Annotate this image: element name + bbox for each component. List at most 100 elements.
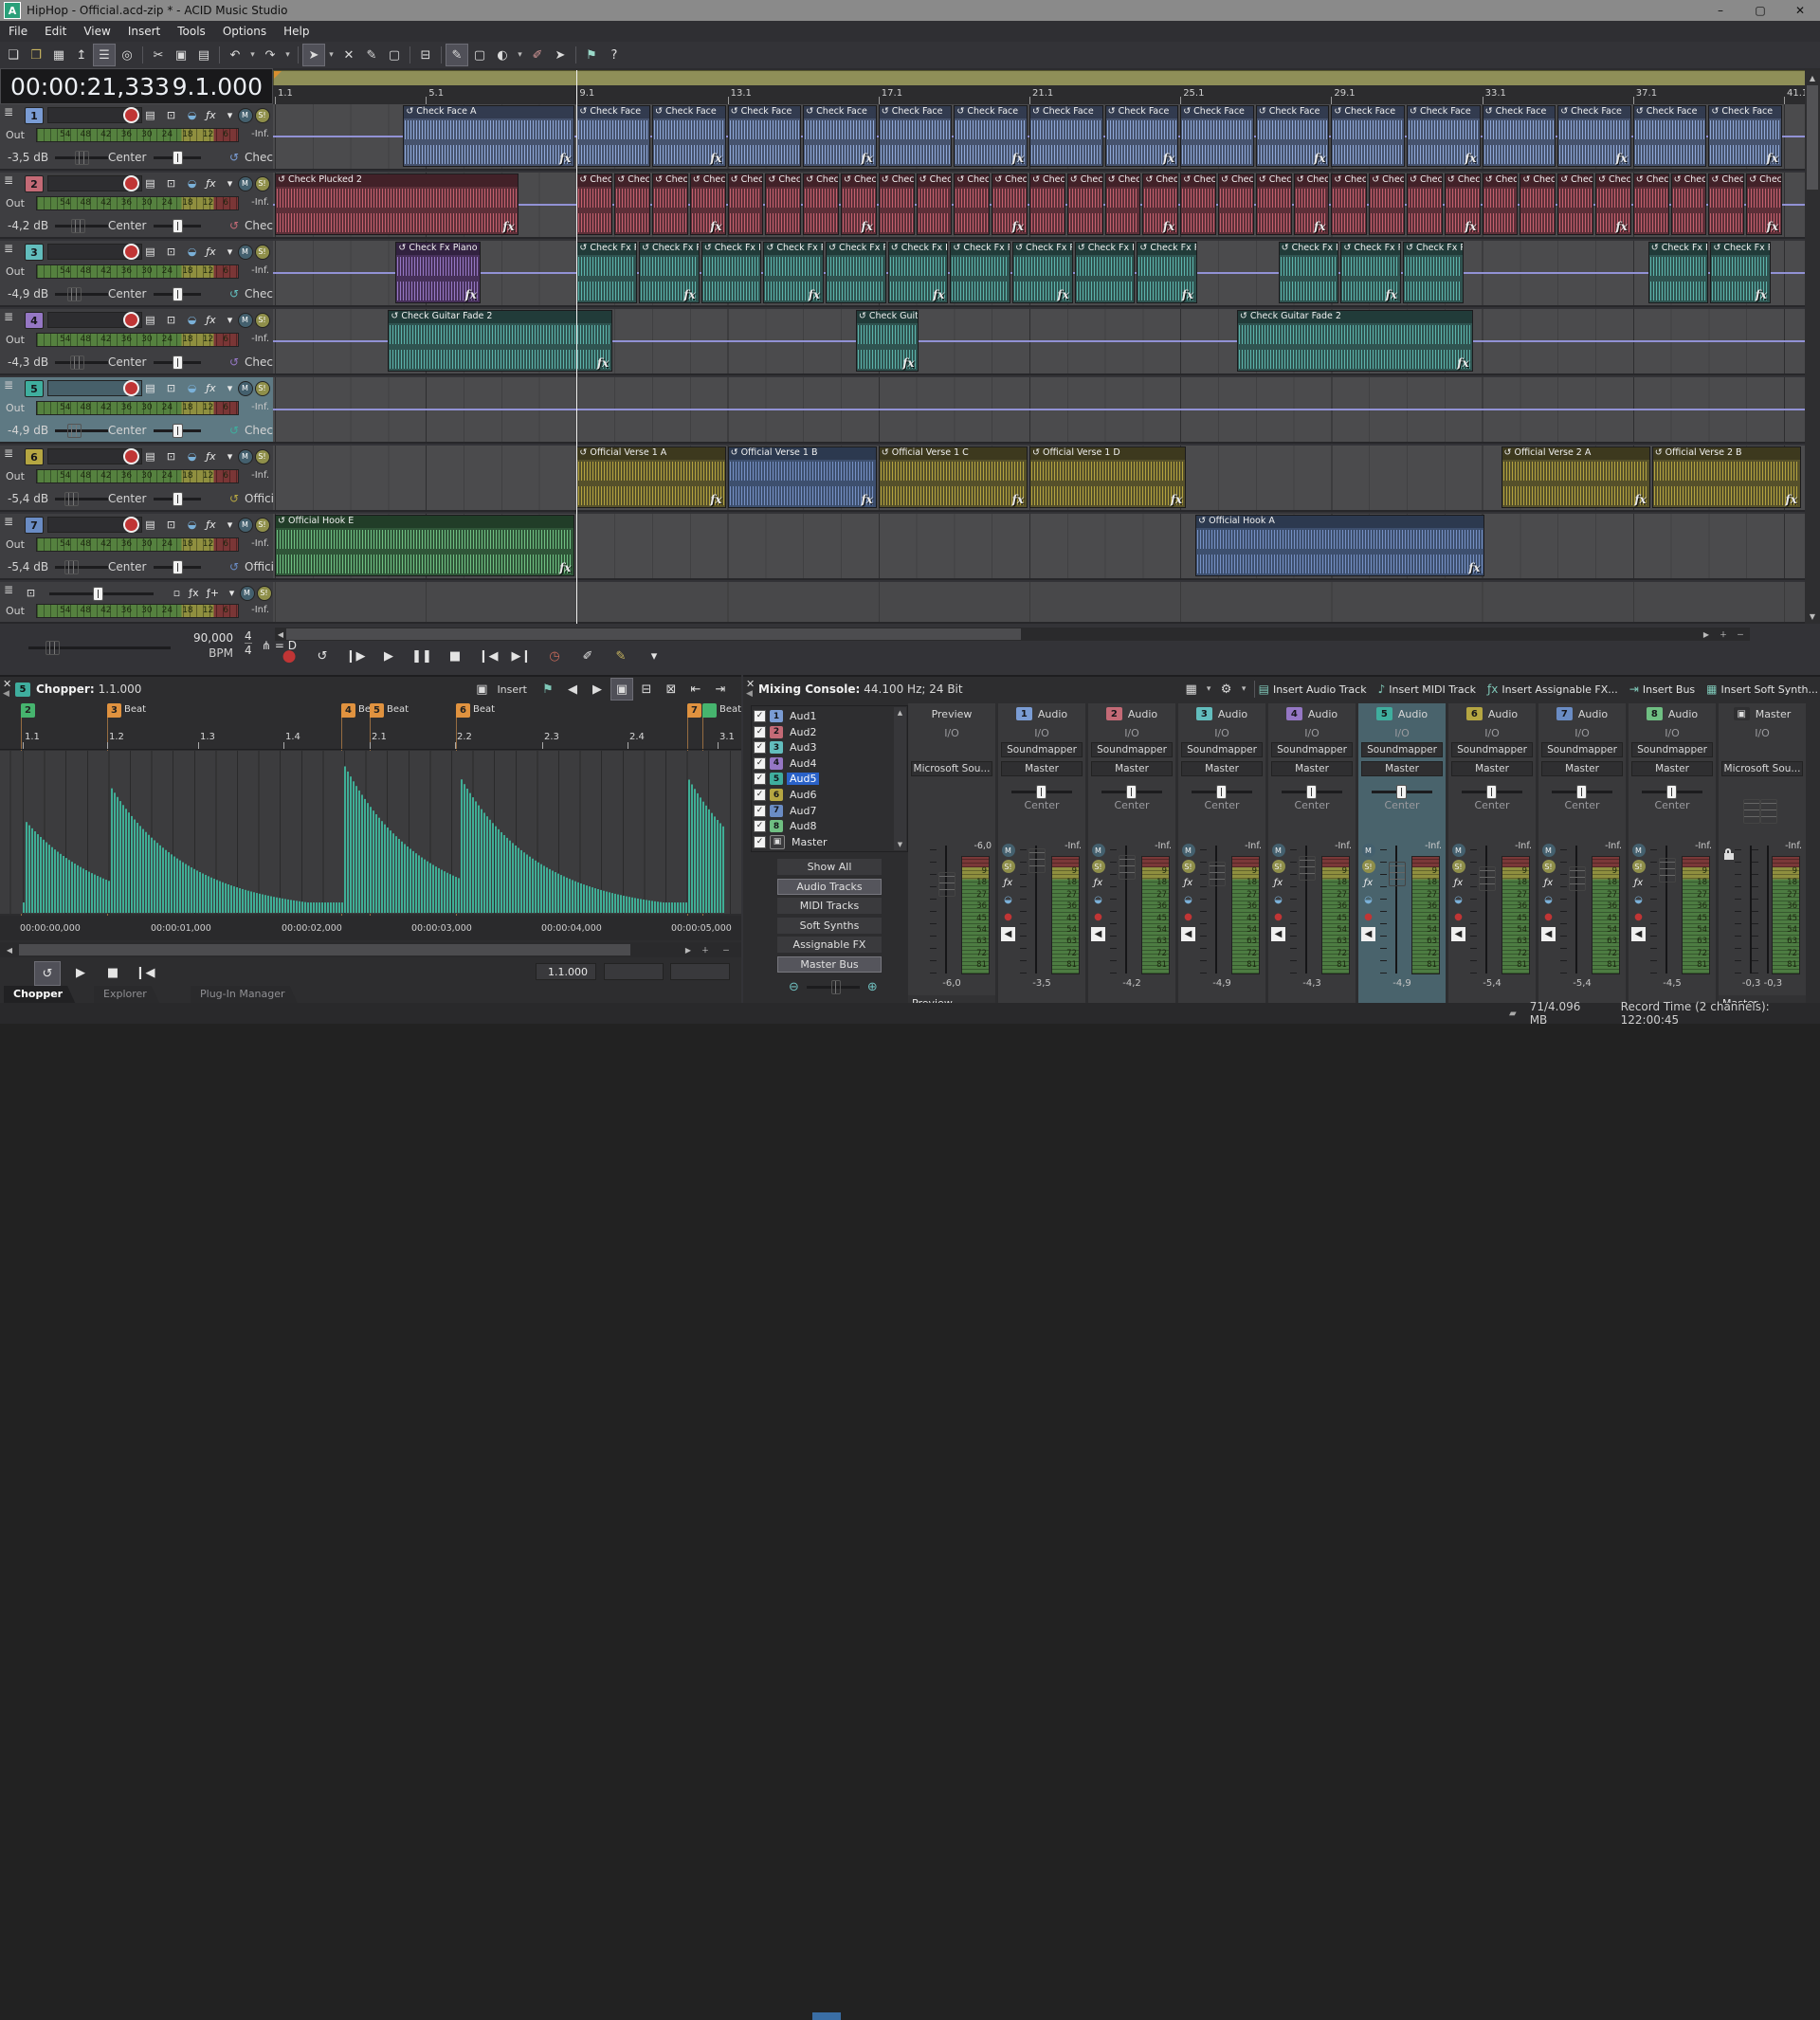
track-number-badge[interactable]: 4 xyxy=(25,312,44,329)
strip-record-arm-icon[interactable]: ● xyxy=(1091,910,1105,924)
track-lane-7[interactable]: ↺ Official Hook Efx↺ Official Hook Afx xyxy=(273,514,1805,580)
link-arrow-to-selection-icon[interactable]: ▣ xyxy=(610,678,633,701)
undo-icon[interactable]: ↶ xyxy=(224,44,246,66)
strip-fx-icon[interactable]: ƒx xyxy=(1631,876,1646,890)
record-arm-icon[interactable] xyxy=(123,312,139,328)
strip-mute-icon[interactable]: M xyxy=(1632,844,1646,857)
phase-icon[interactable]: ◒ xyxy=(184,517,200,533)
strip-output-button[interactable]: Master xyxy=(1271,761,1353,776)
record-arm-icon[interactable] xyxy=(123,175,139,191)
track-dropdown-icon[interactable]: ▾ xyxy=(222,517,238,533)
audio-event[interactable]: ↺ Check Pluckfx xyxy=(1595,173,1631,235)
event-fx-icon[interactable]: fx xyxy=(1057,288,1068,301)
strip-record-arm-icon[interactable]: ● xyxy=(1361,910,1375,924)
track-dropdown-icon[interactable]: ▾ xyxy=(222,312,238,328)
track-dropdown-icon[interactable]: ▾ xyxy=(222,244,238,260)
audio-event[interactable]: ↺ Check Face xyxy=(1483,105,1556,167)
audio-event[interactable]: ↺ Check Pluckfx xyxy=(841,173,877,235)
strip-output-button[interactable]: Microsoft Sou... xyxy=(911,761,992,776)
event-fx-icon[interactable]: fx xyxy=(1163,152,1174,165)
audio-event[interactable]: ↺ Check Fx Pi xyxy=(1075,242,1136,303)
event-fx-icon[interactable]: fx xyxy=(1012,220,1024,233)
event-fx-icon[interactable]: fx xyxy=(1182,288,1193,301)
mute-icon[interactable]: ⊡ xyxy=(163,448,179,464)
strip-record-arm-icon[interactable]: ● xyxy=(1631,910,1646,924)
paint-tool-icon[interactable]: ◐ xyxy=(491,44,514,66)
time-display[interactable]: 00:00:21,333 9.1.000 xyxy=(0,68,273,104)
strip-io-row[interactable]: I/O xyxy=(1448,724,1536,741)
strip-name-row[interactable]: 2Audio xyxy=(1088,705,1175,722)
audio-event[interactable]: ↺ Check Pluck xyxy=(1671,173,1707,235)
strip-name-row[interactable]: 1Audio xyxy=(998,705,1085,722)
audio-event[interactable]: ↺ Check Fx Pifx xyxy=(888,242,949,303)
pan-slider-thumb[interactable] xyxy=(173,219,183,233)
insert-selection-icon[interactable]: ▣ xyxy=(470,678,493,701)
audio-event[interactable]: ↺ Check Face xyxy=(1633,105,1707,167)
track-visible-checkbox[interactable]: ✓ xyxy=(754,726,766,738)
fader-thumb[interactable] xyxy=(1743,799,1760,824)
view-layout-icon[interactable]: ▦ xyxy=(1180,678,1203,701)
whats-this-icon[interactable]: ? xyxy=(603,44,626,66)
audio-event[interactable]: ↺ Check Face xyxy=(879,105,953,167)
stop-button[interactable]: ■ xyxy=(443,645,467,667)
menu-file[interactable]: File xyxy=(0,25,36,38)
track-volume-slider[interactable] xyxy=(55,429,108,432)
track-number-badge[interactable]: 1 xyxy=(25,107,44,124)
chopper-value-3[interactable] xyxy=(670,963,730,980)
strip-name-row[interactable]: 4Audio xyxy=(1268,705,1356,722)
track-lane-4[interactable]: ↺ Check Guitar Fade 2fx↺ Check Guitafx↺ … xyxy=(273,309,1805,375)
undo-dropdown-icon[interactable]: ▾ xyxy=(246,44,259,66)
insert-bus-button[interactable]: ⇥Insert Bus xyxy=(1629,682,1695,696)
preview-volume-thumb[interactable] xyxy=(46,641,60,655)
mute-indicator-icon[interactable]: M xyxy=(237,107,253,123)
menu-tools[interactable]: Tools xyxy=(169,25,214,38)
strip-pan-slider[interactable] xyxy=(1192,791,1252,793)
pan-slider-thumb[interactable] xyxy=(173,560,183,574)
strip-phase-icon[interactable]: ◒ xyxy=(1451,893,1465,907)
chopper-play-button[interactable]: ▶ xyxy=(68,961,93,984)
strip-fx-icon[interactable]: ƒx xyxy=(1001,876,1015,890)
strip-device-button[interactable]: Soundmapper xyxy=(1271,742,1353,757)
audio-event[interactable]: ↺ Check Pluckfx xyxy=(1445,173,1481,235)
solo-indicator-icon[interactable]: S! xyxy=(254,448,270,464)
mute-indicator-icon[interactable]: M xyxy=(237,244,253,260)
phase-icon[interactable]: ◒ xyxy=(184,107,200,123)
track-visible-checkbox[interactable]: ✓ xyxy=(754,757,766,770)
track-pan-slider[interactable] xyxy=(154,566,201,569)
strip-solo-icon[interactable]: S! xyxy=(1542,860,1556,873)
audio-event[interactable]: ↺ Check Pluck xyxy=(1218,173,1254,235)
fader-thumb[interactable] xyxy=(1299,856,1316,881)
beat-ruler[interactable]: 1.15.19.113.117.121.125.129.133.137.141.… xyxy=(273,85,1805,105)
solo-indicator-icon[interactable]: S! xyxy=(254,107,270,123)
strip-lock-icon[interactable] xyxy=(1724,853,1734,860)
track-number-badge[interactable]: 2 xyxy=(25,175,44,192)
audio-event[interactable]: ↺ Check Fx Pfx xyxy=(1710,242,1771,303)
loop-marker-icon[interactable] xyxy=(274,71,282,79)
strip-record-arm-icon[interactable]: ● xyxy=(1001,910,1015,924)
fader-thumb[interactable] xyxy=(1760,799,1777,824)
view-layout-dropdown-icon[interactable]: ▾ xyxy=(1203,678,1215,701)
menu-edit[interactable]: Edit xyxy=(36,25,75,38)
fader-thumb[interactable] xyxy=(1389,862,1406,886)
event-fx-icon[interactable]: fx xyxy=(1163,220,1174,233)
scroll-left-icon[interactable]: ◀ xyxy=(275,628,286,640)
audio-event[interactable]: ↺ Official Hook Afx xyxy=(1195,515,1483,576)
audio-event[interactable]: ↺ Check Fx Pifx xyxy=(1137,242,1197,303)
list-scroll-down-icon[interactable]: ▼ xyxy=(898,841,902,848)
track-fx-icon[interactable]: ƒx xyxy=(203,175,219,191)
record-arm-icon[interactable] xyxy=(123,517,139,533)
audio-event[interactable]: ↺ Check Fx Pifx xyxy=(1012,242,1073,303)
event-fx-icon[interactable]: fx xyxy=(1468,561,1480,574)
strip-output-button[interactable]: Master xyxy=(1091,761,1173,776)
record-arm-icon[interactable] xyxy=(123,448,139,464)
mute-icon[interactable]: ⊡ xyxy=(163,107,179,123)
track-number-badge[interactable]: 7 xyxy=(25,517,44,534)
track-dropdown-icon[interactable]: ▾ xyxy=(222,175,238,191)
bus-volume-thumb[interactable] xyxy=(93,587,103,601)
event-fx-icon[interactable]: fx xyxy=(559,152,571,165)
event-fx-icon[interactable]: fx xyxy=(1756,288,1767,301)
mute-icon[interactable]: ⊡ xyxy=(163,244,179,260)
audio-event[interactable]: ↺ Check Pluck xyxy=(1369,173,1405,235)
phase-icon[interactable]: ◒ xyxy=(184,380,200,396)
mute-indicator-icon[interactable]: M xyxy=(237,380,253,396)
